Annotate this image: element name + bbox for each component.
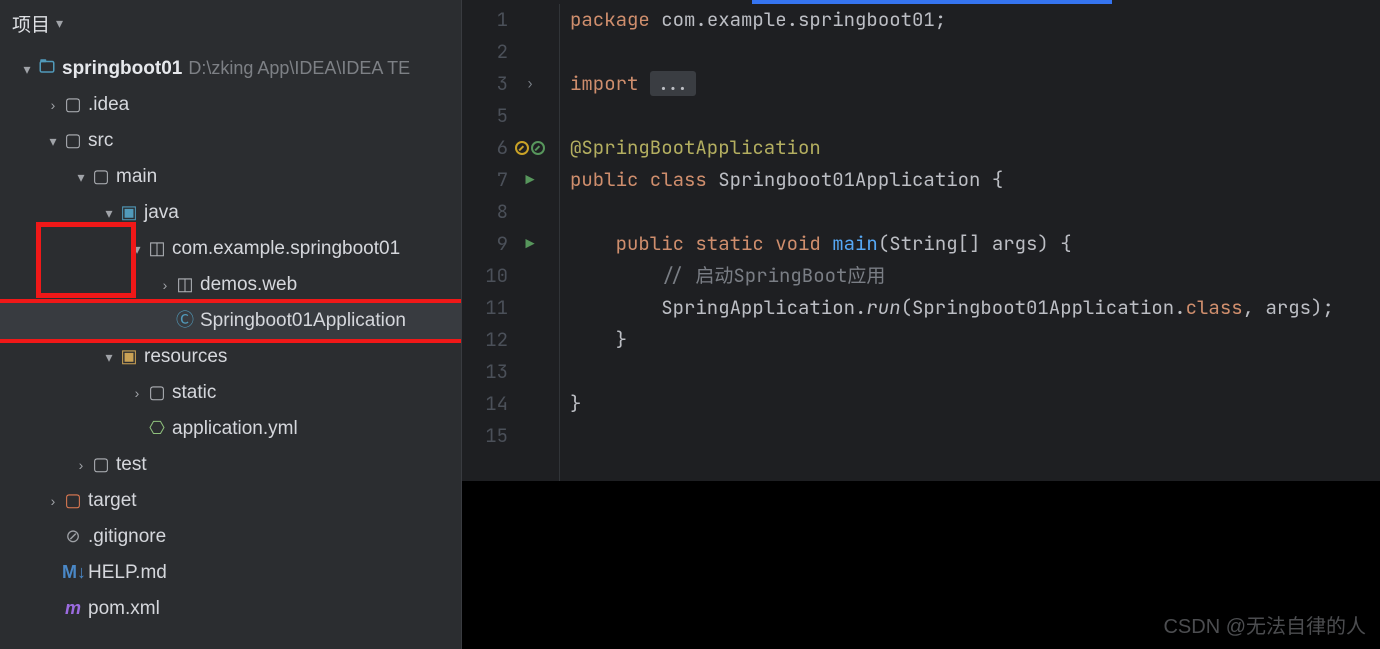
chevron-down-icon: ▾ xyxy=(72,169,90,186)
line-number: 2 xyxy=(462,36,508,68)
folder-icon: ▢ xyxy=(90,454,112,476)
chevron-down-icon: ▾ xyxy=(18,61,36,78)
fold-icon[interactable]: › xyxy=(526,68,534,100)
yaml-icon: ⎔ xyxy=(146,418,168,440)
tree-project-root[interactable]: ▾ springboot01 D:\zking App\IDEA\IDEA TE xyxy=(0,51,461,87)
maven-icon: m xyxy=(62,598,84,620)
package-icon: ◫ xyxy=(174,274,196,296)
project-name: springboot01 xyxy=(62,58,182,81)
line-number: 13 xyxy=(462,356,508,388)
tree-node-static[interactable]: › ▢ static xyxy=(0,375,461,411)
tree-node-target[interactable]: › ▢ target xyxy=(0,483,461,519)
chevron-down-icon: ▾ xyxy=(100,349,118,366)
chevron-right-icon: › xyxy=(44,97,62,114)
tree-label: demos.web xyxy=(200,274,297,297)
folder-icon: ▢ xyxy=(146,382,168,404)
tree-label: .gitignore xyxy=(88,526,166,549)
chevron-right-icon: › xyxy=(128,385,146,402)
folder-icon: ▢ xyxy=(62,130,84,152)
target-folder-icon: ▢ xyxy=(62,490,84,512)
line-number: 5 xyxy=(462,100,508,132)
chevron-right-icon: › xyxy=(72,457,90,474)
tree-node-java[interactable]: ▾ ▣ java xyxy=(0,195,461,231)
gutter-icons xyxy=(508,141,552,155)
folder-icon: ▢ xyxy=(62,94,84,116)
tree-label: static xyxy=(172,382,216,405)
tree-label: com.example.springboot01 xyxy=(172,238,400,261)
tree-label: Springboot01Application xyxy=(200,310,406,333)
line-number: 14 xyxy=(462,388,508,420)
chevron-down-icon: ▾ xyxy=(100,205,118,222)
tree-node-appclass[interactable]: Ⓒ Springboot01Application xyxy=(0,303,461,339)
source-folder-icon: ▣ xyxy=(118,202,140,224)
tree-label: main xyxy=(116,166,157,189)
tree-label: pom.xml xyxy=(88,598,160,621)
tree-label: java xyxy=(144,202,179,225)
project-path: D:\zking App\IDEA\IDEA TE xyxy=(188,58,410,80)
project-tree: ▾ springboot01 D:\zking App\IDEA\IDEA TE… xyxy=(0,51,461,627)
chevron-down-icon: ▾ xyxy=(44,133,62,150)
line-number: 12 xyxy=(462,324,508,356)
line-number: 9 xyxy=(462,228,508,260)
tree-label: src xyxy=(88,130,113,153)
folder-icon: ▢ xyxy=(90,166,112,188)
chevron-right-icon: › xyxy=(44,493,62,510)
project-header-label: 项目 xyxy=(12,10,50,37)
java-class-icon: Ⓒ xyxy=(174,310,196,332)
tree-label: target xyxy=(88,490,137,513)
code-area[interactable]: 1 2 3 › 5 6 7 ▶ 8 9 ▶ 10 11 12 13 14 15 pac… xyxy=(462,4,1380,481)
tree-node-test[interactable]: › ▢ test xyxy=(0,447,461,483)
chevron-right-icon: › xyxy=(156,277,174,294)
editor-gutter: 1 2 3 › 5 6 7 ▶ 8 9 ▶ 10 11 12 13 14 15 xyxy=(462,4,560,481)
chevron-down-icon: ▾ xyxy=(128,241,146,258)
project-toolwindow-header[interactable]: 项目 ▾ xyxy=(0,0,461,51)
tree-node-gitignore[interactable]: ⊘ .gitignore xyxy=(0,519,461,555)
chevron-down-icon: ▾ xyxy=(56,15,63,32)
project-sidebar: 项目 ▾ ▾ springboot01 D:\zking App\IDEA\ID… xyxy=(0,0,462,649)
line-number: 1 xyxy=(462,4,508,36)
tree-label: resources xyxy=(144,346,227,369)
line-number: 6 xyxy=(462,132,508,164)
tree-node-applicationyml[interactable]: ⎔ application.yml xyxy=(0,411,461,447)
module-icon xyxy=(36,57,58,81)
tree-node-demos[interactable]: › ◫ demos.web xyxy=(0,267,461,303)
line-number: 11 xyxy=(462,292,508,324)
tree-node-main[interactable]: ▾ ▢ main xyxy=(0,159,461,195)
watermark: CSDN @无法自律的人 xyxy=(1163,610,1366,639)
tree-node-package[interactable]: ▾ ◫ com.example.springboot01 xyxy=(0,231,461,267)
tree-label: .idea xyxy=(88,94,129,117)
resources-folder-icon: ▣ xyxy=(118,346,140,368)
bean-icon[interactable] xyxy=(531,141,545,155)
gitignore-icon: ⊘ xyxy=(62,526,84,548)
tree-label: HELP.md xyxy=(88,562,167,585)
line-number: 3 xyxy=(462,68,508,100)
tree-node-helpmd[interactable]: M↓ HELP.md xyxy=(0,555,461,591)
editor-panel: 1 2 3 › 5 6 7 ▶ 8 9 ▶ 10 11 12 13 14 15 pac… xyxy=(462,0,1380,649)
line-number: 15 xyxy=(462,420,508,452)
tree-node-idea[interactable]: › ▢ .idea xyxy=(0,87,461,123)
run-icon[interactable]: ▶ xyxy=(525,228,534,260)
package-icon: ◫ xyxy=(146,238,168,260)
bean-icon[interactable] xyxy=(515,141,529,155)
tree-label: application.yml xyxy=(172,418,298,441)
markdown-icon: M↓ xyxy=(62,562,84,584)
tree-label: test xyxy=(116,454,147,477)
tree-node-resources[interactable]: ▾ ▣ resources xyxy=(0,339,461,375)
line-number: 10 xyxy=(462,260,508,292)
tree-node-src[interactable]: ▾ ▢ src xyxy=(0,123,461,159)
run-icon[interactable]: ▶ xyxy=(525,164,534,196)
line-number: 7 xyxy=(462,164,508,196)
tree-node-pom[interactable]: m pom.xml xyxy=(0,591,461,627)
editor-source[interactable]: package com.example.springboot01;import … xyxy=(560,4,1380,481)
line-number: 8 xyxy=(462,196,508,228)
